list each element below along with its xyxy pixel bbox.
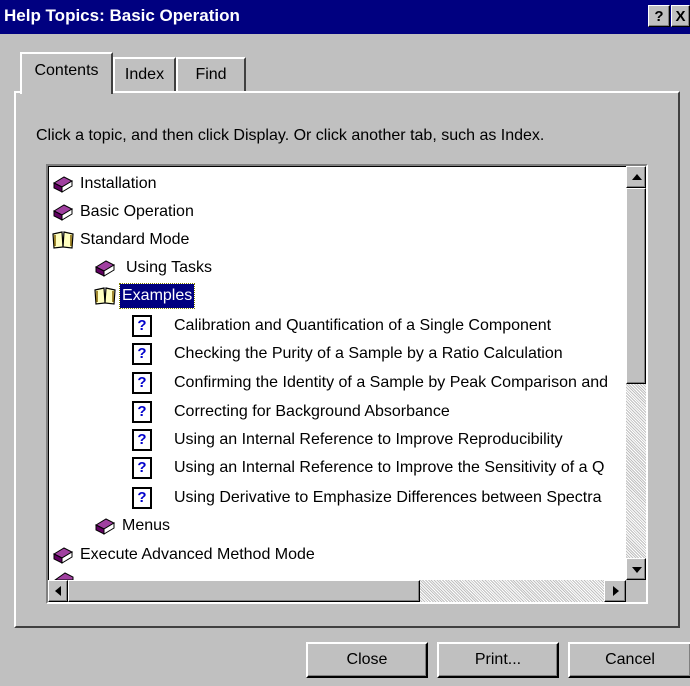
arrow-left-icon (55, 586, 61, 596)
tree-item-label: Using an Internal Reference to Improve t… (174, 459, 605, 476)
arrow-up-icon (632, 174, 642, 180)
help-button[interactable]: ? (648, 5, 670, 27)
tab-contents[interactable]: Contents (20, 52, 113, 94)
tree-item-label: Execute Advanced Method Mode (80, 546, 315, 563)
tree-item-label: Checking the Purity of a Sample by a Rat… (174, 345, 563, 362)
tab-index-label: Index (124, 66, 165, 83)
tree-item-label: Using an Internal Reference to Improve R… (174, 431, 563, 448)
closed-book-icon (52, 176, 74, 193)
closed-book-icon (52, 547, 74, 564)
arrow-down-icon (632, 567, 642, 573)
help-topic-icon: ? (132, 372, 152, 394)
print-button[interactable]: Print... (437, 642, 559, 678)
close-button-label: Close (346, 651, 388, 668)
tree-item-label: Examples (118, 283, 196, 309)
print-button-label: Print... (474, 651, 522, 668)
open-book-icon (52, 231, 74, 249)
tab-find-label: Find (195, 66, 227, 83)
contents-tree[interactable]: Installation Basic Operation Standard Mo… (46, 164, 648, 604)
closed-book-icon (94, 518, 116, 535)
help-topic-icon: ? (132, 315, 152, 337)
cancel-button[interactable]: Cancel (568, 642, 690, 678)
scroll-left-button[interactable] (48, 580, 68, 602)
tree-item-label: Basic Operation (80, 203, 194, 220)
tree-item-label: Using Derivative to Emphasize Difference… (174, 489, 602, 506)
instruction-text: Click a topic, and then click Display. O… (36, 127, 545, 144)
cancel-button-label: Cancel (605, 651, 655, 668)
tab-contents-label: Contents (34, 62, 99, 79)
tree-item-label: Standard Mode (80, 231, 190, 248)
close-window-button[interactable]: X (671, 5, 690, 27)
tab-find[interactable]: Find (176, 57, 246, 93)
scroll-up-button[interactable] (626, 166, 646, 188)
arrow-right-icon (613, 586, 619, 596)
scrollbar-corner (626, 580, 646, 602)
tree-item-label: Installation (80, 175, 157, 192)
scroll-down-button[interactable] (626, 558, 646, 580)
help-topic-icon: ? (132, 429, 152, 451)
tree-item-label: Using Tasks (126, 259, 212, 276)
horizontal-scroll-thumb[interactable] (68, 580, 420, 602)
help-topic-icon: ? (132, 457, 152, 479)
title-bar: Help Topics: Basic Operation ? X (0, 0, 690, 34)
open-book-icon (94, 287, 116, 305)
vertical-scrollbar[interactable] (626, 166, 646, 580)
help-topic-icon: ? (132, 487, 152, 509)
closed-book-icon (54, 572, 74, 580)
tree-item-label: Menus (122, 517, 171, 534)
closed-book-icon (94, 260, 116, 277)
closed-book-icon (52, 204, 74, 221)
scroll-right-button[interactable] (604, 580, 626, 602)
tree-list: Installation Basic Operation Standard Mo… (48, 166, 626, 580)
vertical-scroll-thumb[interactable] (626, 188, 646, 384)
tab-index[interactable]: Index (113, 57, 176, 93)
help-topic-icon: ? (132, 401, 152, 423)
window-title: Help Topics: Basic Operation (4, 6, 240, 25)
tree-item-label: Calibration and Quantification of a Sing… (174, 317, 552, 334)
help-topic-icon: ? (132, 343, 152, 365)
tree-item-label: Confirming the Identity of a Sample by P… (174, 374, 609, 391)
horizontal-scrollbar[interactable] (48, 580, 626, 602)
tree-item-label: Correcting for Background Absorbance (174, 403, 450, 420)
close-button[interactable]: Close (306, 642, 428, 678)
